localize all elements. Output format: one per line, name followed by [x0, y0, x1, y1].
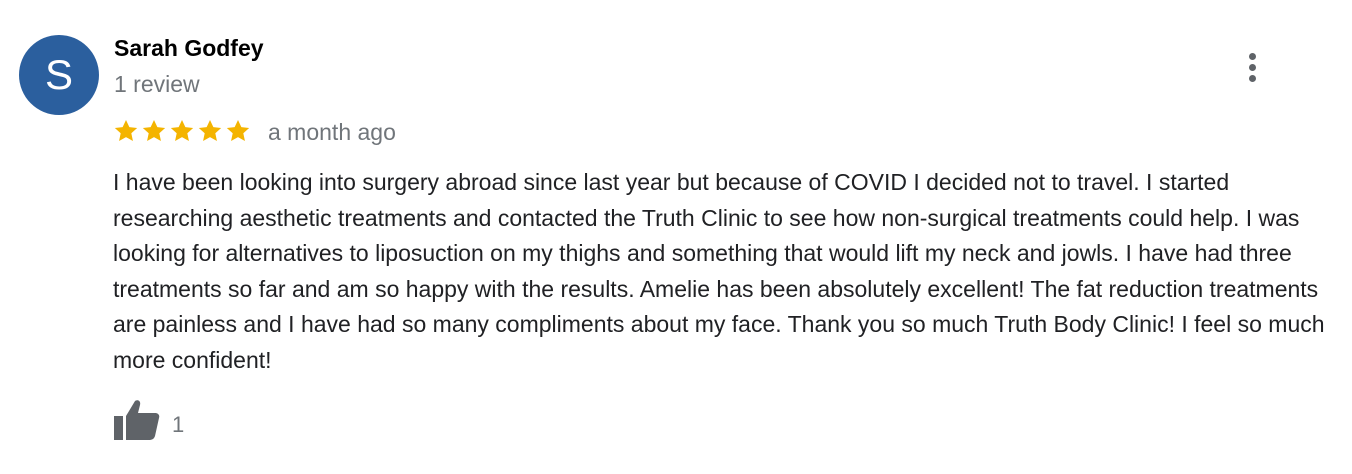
review-time: a month ago — [268, 119, 396, 145]
author-review-count: 1 review — [114, 71, 200, 97]
star-icon — [198, 119, 222, 141]
like-button[interactable] — [112, 398, 160, 442]
star-icon — [114, 119, 138, 141]
review-text: I have been looking into surgery abroad … — [113, 169, 1325, 373]
author-name[interactable]: Sarah Godfey — [114, 35, 264, 62]
like-count: 1 — [172, 412, 185, 437]
avatar[interactable]: S — [19, 35, 99, 115]
star-icon — [142, 119, 166, 141]
star-icon — [170, 119, 194, 141]
star-icon — [226, 119, 250, 141]
thumbs-up-icon — [114, 400, 160, 440]
more-options-button[interactable] — [1238, 48, 1268, 86]
star-rating — [113, 116, 251, 146]
